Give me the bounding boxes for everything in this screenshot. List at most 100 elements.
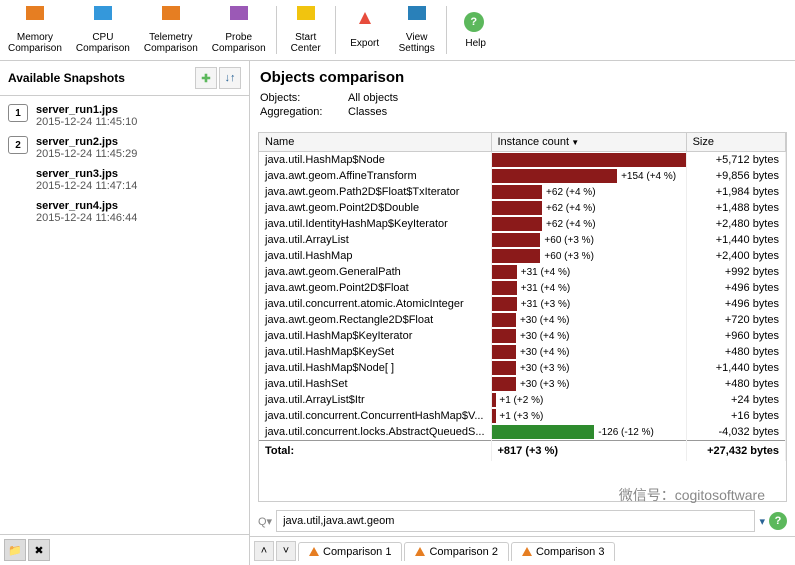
probe-icon — [227, 6, 251, 30]
table-row[interactable]: java.util.concurrent.atomic.AtomicIntege… — [259, 296, 786, 312]
col-name[interactable]: Name — [259, 133, 491, 152]
table-row[interactable]: java.awt.geom.AffineTransform +154 (+4 %… — [259, 168, 786, 184]
row-size: +992 bytes — [686, 264, 785, 280]
table-row[interactable]: java.util.HashMap$Node +238 (+3 %) +5,71… — [259, 152, 786, 169]
row-count: +60 (+3 %) — [540, 251, 685, 262]
row-size: +1,440 bytes — [686, 232, 785, 248]
table-row[interactable]: java.awt.geom.Rectangle2D$Float +30 (+4 … — [259, 312, 786, 328]
table-row[interactable]: java.util.IdentityHashMap$KeyIterator +6… — [259, 216, 786, 232]
tab-icon — [309, 547, 319, 556]
delete-button[interactable]: ✖ — [28, 539, 50, 561]
table-row[interactable]: java.util.concurrent.ConcurrentHashMap$V… — [259, 408, 786, 424]
row-name: java.awt.geom.Rectangle2D$Float — [259, 312, 491, 328]
table-row[interactable]: java.awt.geom.Path2D$Float$TxIterator +6… — [259, 184, 786, 200]
table-row[interactable]: java.util.HashMap +60 (+3 %) +2,400 byte… — [259, 248, 786, 264]
snapshot-item[interactable]: server_run4.jps 2015-12-24 11:46:44 — [4, 196, 245, 228]
comparison-tab[interactable]: Comparison 2 — [404, 542, 508, 561]
count-bar — [492, 201, 543, 215]
col-count[interactable]: Instance count — [491, 133, 686, 152]
table-row[interactable]: java.util.concurrent.locks.AbstractQueue… — [259, 424, 786, 441]
add-snapshot-button[interactable]: ✚ — [195, 67, 217, 89]
snapshot-name: server_run1.jps — [36, 104, 137, 116]
row-count: +1 (+3 %) — [495, 411, 685, 422]
folder-button[interactable]: 📁 — [4, 539, 26, 561]
snapshot-item[interactable]: 1 server_run1.jps 2015-12-24 11:45:10 — [4, 100, 245, 132]
table-row[interactable]: java.util.HashSet +30 (+3 %) +480 bytes — [259, 376, 786, 392]
row-size: +496 bytes — [686, 296, 785, 312]
comparison-tab[interactable]: Comparison 1 — [298, 542, 402, 561]
toolbar-export[interactable]: Export — [340, 2, 390, 58]
sort-button[interactable]: ↓↑ — [219, 67, 241, 89]
toolbar-help[interactable]: ?Help — [451, 2, 501, 58]
help-icon[interactable]: ? — [769, 512, 787, 530]
count-bar — [492, 329, 516, 343]
toolbar-start[interactable]: Start Center — [281, 2, 331, 58]
table-row[interactable]: java.util.ArrayList$Itr +1 (+2 %) +24 by… — [259, 392, 786, 408]
row-count: +30 (+4 %) — [516, 347, 686, 358]
toolbar-cpu[interactable]: CPU Comparison — [70, 2, 136, 58]
tel-icon — [159, 6, 183, 30]
col-size[interactable]: Size — [686, 133, 785, 152]
row-count: -126 (-12 %) — [594, 427, 685, 438]
row-size: +1,984 bytes — [686, 184, 785, 200]
row-size: +2,480 bytes — [686, 216, 785, 232]
meta-value: All objects — [348, 92, 398, 104]
snapshot-date: 2015-12-24 11:45:29 — [36, 148, 137, 160]
snapshot-item[interactable]: 2 server_run2.jps 2015-12-24 11:45:29 — [4, 132, 245, 164]
sidebar: Available Snapshots ✚ ↓↑ 1 server_run1.j… — [0, 61, 250, 565]
table-row[interactable]: java.awt.geom.Point2D$Double +62 (+4 %) … — [259, 200, 786, 216]
snapshot-name: server_run2.jps — [36, 136, 137, 148]
row-count: +30 (+4 %) — [516, 331, 686, 342]
count-bar — [492, 361, 516, 375]
table-row[interactable]: java.awt.geom.GeneralPath +31 (+4 %) +99… — [259, 264, 786, 280]
comparison-tab[interactable]: Comparison 3 — [511, 542, 615, 561]
table-row[interactable]: java.util.HashMap$Node[ ] +30 (+3 %) +1,… — [259, 360, 786, 376]
row-name: java.util.IdentityHashMap$KeyIterator — [259, 216, 491, 232]
row-size: +9,856 bytes — [686, 168, 785, 184]
row-count: +30 (+3 %) — [516, 363, 686, 374]
row-name: java.util.HashSet — [259, 376, 491, 392]
snapshot-item[interactable]: server_run3.jps 2015-12-24 11:47:14 — [4, 164, 245, 196]
count-bar — [492, 249, 541, 263]
row-count: +62 (+4 %) — [542, 203, 686, 214]
row-count: +1 (+2 %) — [495, 395, 685, 406]
snapshot-number: 1 — [8, 104, 28, 122]
tab-label: Comparison 1 — [323, 546, 391, 558]
table-row[interactable]: java.util.HashMap$KeyIterator +30 (+4 %)… — [259, 328, 786, 344]
watermark: 微信号：cogitosoftware — [619, 485, 765, 505]
row-size: +480 bytes — [686, 344, 785, 360]
search-input[interactable] — [276, 510, 755, 532]
meta-label: Objects: — [260, 92, 340, 104]
row-name: java.awt.geom.Point2D$Float — [259, 280, 491, 296]
view-icon — [405, 6, 429, 30]
row-count: +31 (+3 %) — [517, 299, 686, 310]
count-bar — [492, 377, 516, 391]
row-size: +24 bytes — [686, 392, 785, 408]
toolbar-probe[interactable]: Probe Comparison — [206, 2, 272, 58]
row-name: java.util.concurrent.locks.AbstractQueue… — [259, 424, 491, 441]
row-size: +1,488 bytes — [686, 200, 785, 216]
row-name: java.util.HashMap$Node — [259, 152, 491, 169]
table-row[interactable]: java.util.HashMap$KeySet +30 (+4 %) +480… — [259, 344, 786, 360]
row-size: +1,440 bytes — [686, 360, 785, 376]
tab-label: Comparison 3 — [536, 546, 604, 558]
comparison-table[interactable]: Name Instance count Size java.util.HashM… — [258, 132, 787, 502]
row-count: +154 (+4 %) — [617, 171, 686, 182]
help-icon: ? — [464, 12, 488, 36]
tab-next-button[interactable]: ˅ — [276, 541, 296, 561]
dropdown-icon[interactable]: ▾ — [759, 515, 765, 528]
cpu-icon — [91, 6, 115, 30]
snapshot-name: server_run3.jps — [36, 168, 137, 180]
table-row[interactable]: java.util.ArrayList +60 (+3 %) +1,440 by… — [259, 232, 786, 248]
row-name: java.awt.geom.AffineTransform — [259, 168, 491, 184]
snapshot-number: 2 — [8, 136, 28, 154]
row-size: +960 bytes — [686, 328, 785, 344]
table-row[interactable]: java.awt.geom.Point2D$Float +31 (+4 %) +… — [259, 280, 786, 296]
row-size: -4,032 bytes — [686, 424, 785, 441]
toolbar-view[interactable]: View Settings — [392, 2, 442, 58]
row-size: +480 bytes — [686, 376, 785, 392]
tab-prev-button[interactable]: ˄ — [254, 541, 274, 561]
count-bar — [492, 185, 543, 199]
toolbar-tel[interactable]: Telemetry Comparison — [138, 2, 204, 58]
toolbar-mem[interactable]: Memory Comparison — [2, 2, 68, 58]
